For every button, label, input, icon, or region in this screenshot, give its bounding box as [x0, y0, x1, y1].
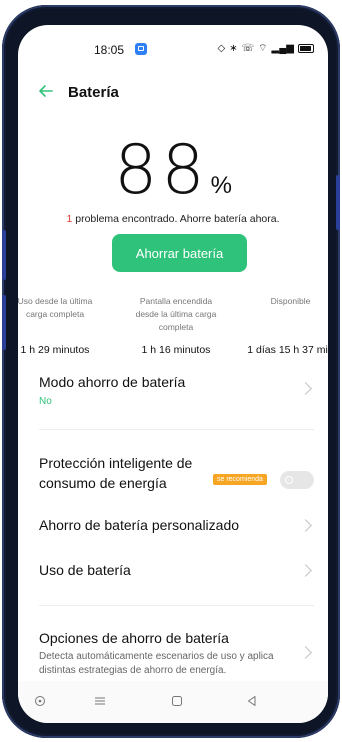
smart-protection-title: Protección inteligente de consumo de ene…	[39, 455, 193, 491]
power-saving-mode-title: Modo ahorro de batería	[39, 374, 186, 390]
stat-label: Uso desde la última carga completa	[18, 296, 93, 319]
stat-value: 1 h 16 minutos	[141, 344, 211, 356]
power-button	[336, 175, 340, 230]
divider	[39, 429, 314, 430]
assistant-icon[interactable]	[34, 695, 46, 707]
battery-usage-row[interactable]: Uso de batería	[39, 560, 314, 582]
status-icons: ◇ ∗ ☏ ⌔ ▂▄▆	[218, 42, 314, 55]
home-icon[interactable]	[171, 695, 183, 707]
battery-icon	[298, 44, 314, 53]
stat-usage-since-charge: Uso desde la última carga completa 1 h 2…	[18, 295, 100, 356]
battery-level: 88%	[18, 131, 328, 210]
battery-level-unit: %	[210, 172, 232, 199]
screen: 18:05 ◇ ∗ ☏ ⌔ ▂▄▆ Batería 88% 1 problema…	[18, 25, 328, 723]
back-arrow-icon[interactable]	[38, 83, 54, 99]
volume-down-button	[2, 295, 6, 350]
stat-screen-on: Pantalla encendida desde la última carga…	[128, 295, 224, 356]
notification-app-icon	[135, 43, 147, 55]
custom-saving-row[interactable]: Ahorro de batería personalizado	[39, 515, 314, 537]
smart-protection-row[interactable]: Protección inteligente de consumo de ene…	[39, 453, 314, 501]
navigation-bar	[18, 681, 328, 723]
volume-up-button	[2, 230, 6, 280]
menu-icon[interactable]	[93, 695, 107, 707]
stat-label: Pantalla encendida desde la última carga…	[135, 296, 217, 332]
bluetooth-icon: ∗	[229, 43, 238, 54]
header: Batería	[18, 79, 328, 107]
stat-available: Disponible 1 días 15 h 37 min	[243, 295, 328, 356]
divider	[39, 605, 314, 606]
status-time: 18:05	[94, 43, 125, 57]
page-title: Batería	[68, 84, 119, 101]
custom-saving-title: Ahorro de batería personalizado	[39, 517, 240, 533]
save-battery-button[interactable]: Ahorrar batería	[112, 234, 247, 272]
problem-text: problema encontrado. Ahorre batería ahor…	[72, 213, 280, 225]
recommended-badge: se recomienda	[213, 474, 267, 485]
wifi-icon: ⌔	[258, 43, 268, 54]
saving-options-title: Opciones de ahorro de batería	[39, 630, 229, 646]
battery-stats: Uso desde la última carga completa 1 h 2…	[18, 295, 328, 365]
location-icon: ◇	[217, 43, 226, 54]
call-icon: ☏	[241, 43, 255, 54]
signal-icon: ▂▄▆	[271, 43, 294, 54]
status-bar: 18:05 ◇ ∗ ☏ ⌔ ▂▄▆	[18, 41, 328, 61]
saving-options-row[interactable]: Opciones de ahorro de batería Detecta au…	[39, 628, 314, 682]
back-icon[interactable]	[246, 695, 258, 707]
battery-level-value: 88	[114, 131, 209, 210]
phone-frame: 18:05 ◇ ∗ ☏ ⌔ ▂▄▆ Batería 88% 1 problema…	[2, 5, 340, 738]
power-saving-mode-row[interactable]: Modo ahorro de batería No	[39, 372, 314, 418]
stat-value: 1 días 15 h 37 min	[247, 344, 328, 356]
power-saving-mode-value: No	[39, 396, 52, 407]
problem-alert[interactable]: 1 problema encontrado. Ahorre batería ah…	[18, 213, 328, 225]
battery-usage-title: Uso de batería	[39, 562, 131, 578]
smart-protection-toggle[interactable]	[280, 471, 314, 489]
stat-value: 1 h 29 minutos	[20, 344, 90, 356]
saving-options-description: Detecta automáticamente escenarios de us…	[39, 651, 274, 676]
stat-label: Disponible	[270, 296, 311, 306]
